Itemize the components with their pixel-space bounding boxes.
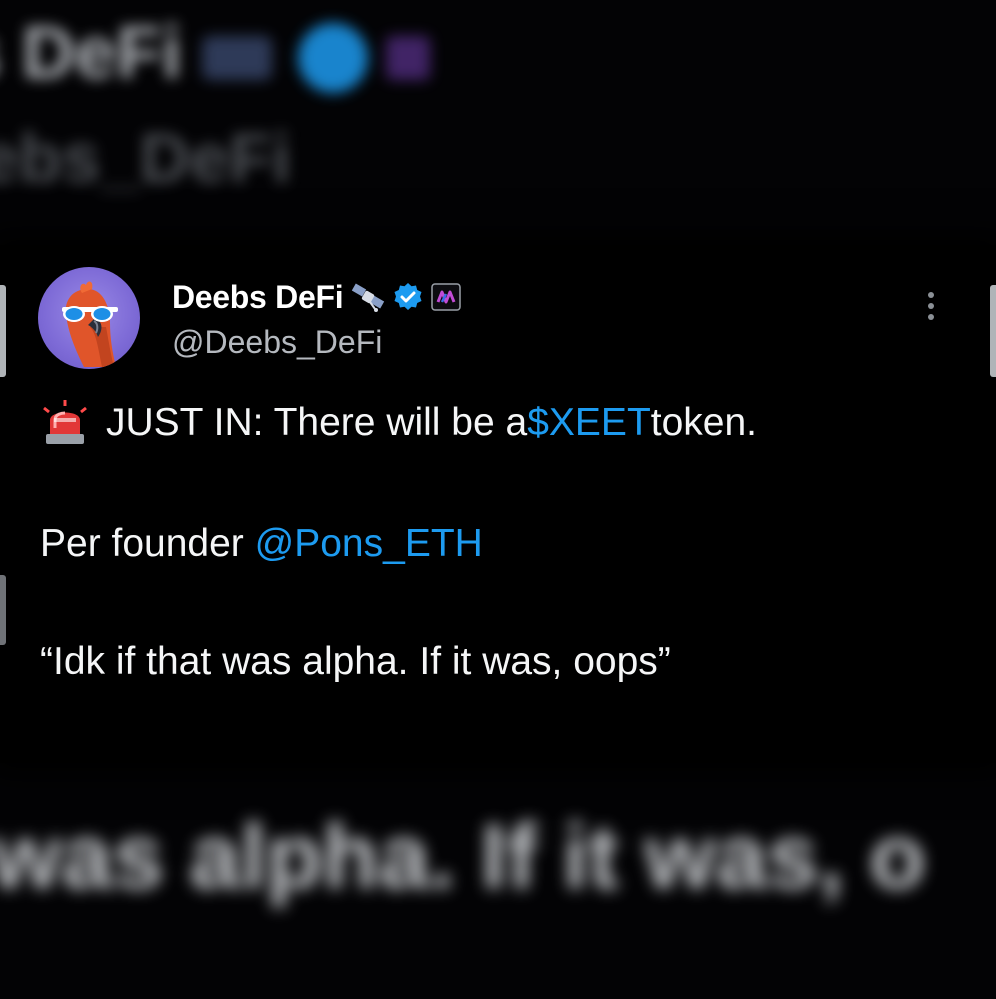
tweet-text: Per founder bbox=[40, 522, 255, 565]
tweet-text-line-2: Per founder @Pons_ETH bbox=[40, 522, 483, 566]
tweet-card bbox=[0, 245, 996, 763]
parrot-avatar-image bbox=[62, 281, 118, 367]
verified-badge-icon bbox=[394, 283, 422, 310]
satellite-icon bbox=[352, 283, 385, 312]
affiliate-logo-icon bbox=[431, 283, 462, 311]
tweet-text-line-3: “Idk if that was alpha. If it was, oops” bbox=[40, 640, 671, 683]
tweet-text: token. bbox=[650, 401, 758, 444]
cashtag-link[interactable]: $XEET bbox=[527, 401, 651, 445]
blurred-background-handle: ebs_DeFi bbox=[0, 119, 292, 197]
police-light-emoji-icon bbox=[43, 400, 87, 444]
left-edge-element-lower bbox=[0, 575, 6, 645]
author-name-row[interactable]: Deebs DeFi bbox=[172, 276, 462, 318]
left-edge-element bbox=[0, 285, 6, 377]
blurred-background-name: s DeFi bbox=[0, 10, 431, 95]
right-edge-element bbox=[990, 285, 996, 377]
author-handle[interactable]: @Deebs_DeFi bbox=[172, 324, 382, 361]
tweet-text-line-1: JUST IN: There will be a $XEET token. bbox=[40, 398, 757, 448]
avatar[interactable] bbox=[38, 267, 140, 369]
more-options-icon[interactable] bbox=[924, 292, 938, 326]
display-name[interactable]: Deebs DeFi bbox=[172, 279, 344, 316]
mention-link[interactable]: @Pons_ETH bbox=[255, 522, 483, 565]
blurred-background-quote: was alpha. If it was, o bbox=[0, 806, 926, 908]
tweet-text: JUST IN: There will be a bbox=[106, 401, 528, 444]
